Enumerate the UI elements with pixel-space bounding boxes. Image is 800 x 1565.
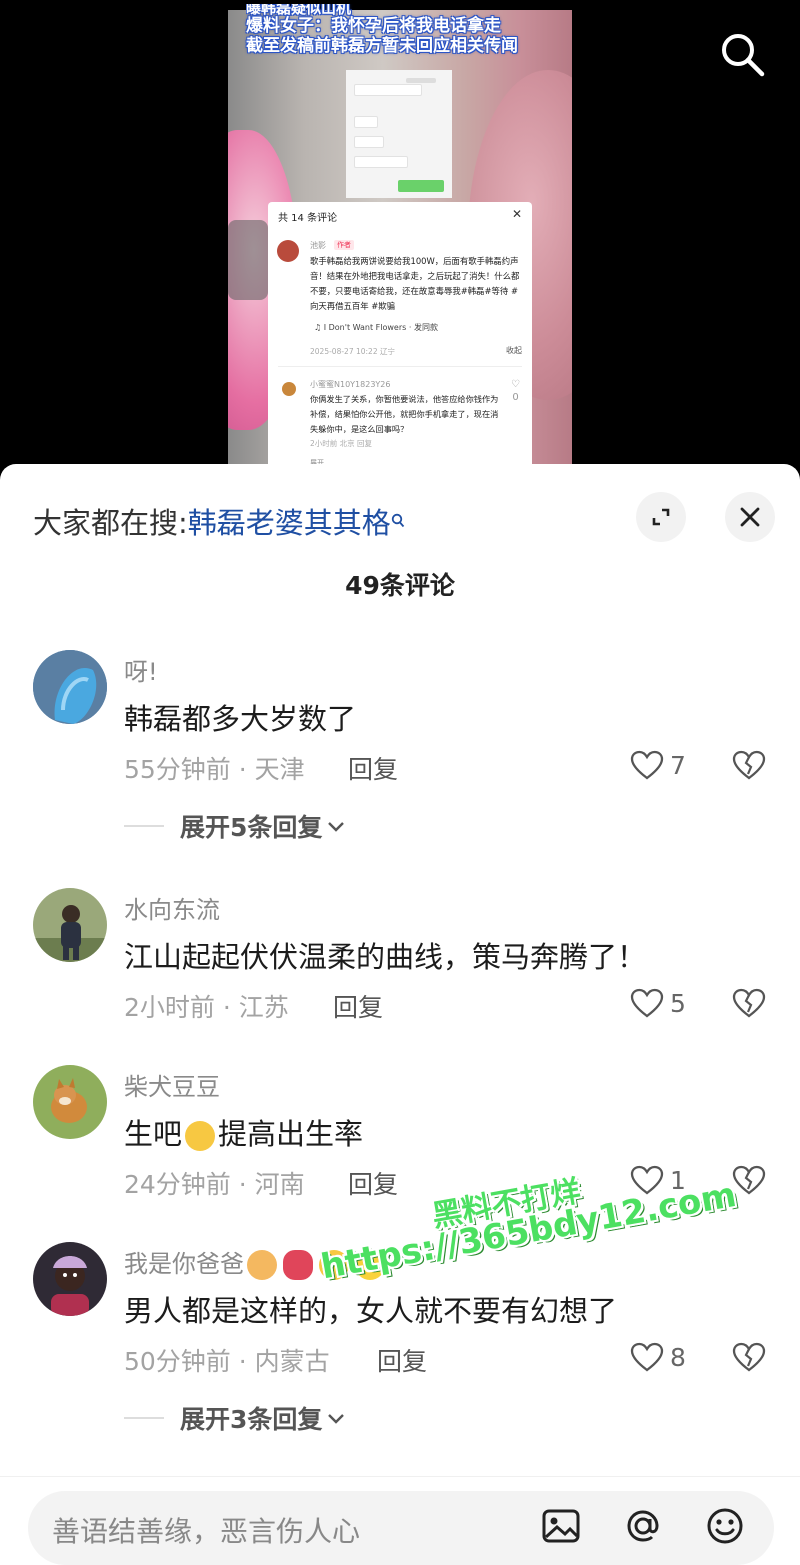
comment-text: 江山起起伏伏温柔的曲线，策马奔腾了！ [124, 940, 647, 974]
heart-icon [630, 988, 664, 1018]
comment-meta: 24分钟前 · 河南 [124, 1170, 305, 1199]
dislike-icon[interactable] [732, 750, 766, 784]
chevron-down-icon [328, 822, 345, 832]
embedded-like: ♡ 0 [511, 379, 520, 403]
search-icon[interactable] [718, 30, 766, 78]
like-count: 7 [670, 750, 686, 780]
avatar[interactable] [33, 650, 107, 724]
chat-screenshot [346, 70, 452, 198]
embedded-comment-panel: 共 14 条评论 ✕ 池影 作者 歌手韩磊给我两饼说要给我100W，后面有歌手韩… [268, 202, 532, 470]
embedded-comment-time: 2小时前 北京 回复 [310, 439, 373, 448]
embedded-comment-text: 你俩发生了关系，你暂他要说法，他答应给你钱作为补偿，结果怕你公开他，就把你手机拿… [310, 394, 499, 434]
thinking-emoji-icon [185, 1121, 216, 1151]
comment-input-placeholder: 善语结善缘，恶言伤人心 [52, 1515, 361, 1548]
comment-meta: 55分钟前 · 天津 [124, 755, 305, 784]
dislike-icon[interactable] [732, 1165, 766, 1199]
dislike-icon[interactable] [732, 988, 766, 1022]
comment-text: 韩磊都多大岁数了 [124, 702, 357, 736]
collapse-label: 收起 [506, 346, 522, 355]
avatar[interactable] [33, 1065, 107, 1139]
close-icon: ✕ [511, 207, 522, 221]
video-player[interactable]: 曝韩磊疑似山机 爆料女子：我怀孕后将我电话拿走 截至发稿前韩磊方暂未回应相关传闻… [0, 0, 800, 470]
expand-replies-label: 展开3条回复 [180, 1405, 323, 1434]
comment-text-part: 生吧 [124, 1117, 183, 1151]
avatar[interactable] [33, 888, 107, 962]
heart-icon [630, 1342, 664, 1372]
suggestion-keyword[interactable]: 韩磊老婆其其格 [188, 506, 391, 540]
heart-icon [630, 750, 664, 780]
like-count: 8 [670, 1342, 686, 1372]
commenter-name[interactable]: 柴犬豆豆 [124, 1067, 220, 1102]
comment-input[interactable]: 善语结善缘，恶言伤人心 [28, 1491, 774, 1565]
like-count: 5 [670, 988, 686, 1018]
comment-text: 男人都是这样的，女人就不要有幻想了 [124, 1294, 618, 1328]
comment-input-bar: 善语结善缘，恶言伤人心 [0, 1476, 800, 1565]
expand-replies[interactable]: 展开3条回复 [124, 1400, 346, 1436]
comment-meta: 2小时前 · 江苏 [124, 993, 289, 1022]
reply-button[interactable]: 回复 [333, 988, 383, 1024]
expand-replies-label: 展开5条回复 [180, 813, 323, 842]
search-suggestion[interactable]: 大家都在搜:韩磊老婆其其格 [33, 500, 405, 542]
expand-replies[interactable]: 展开5条回复 [124, 808, 346, 844]
like-button[interactable]: 8 [630, 1342, 686, 1372]
chevron-down-icon [328, 1414, 345, 1424]
image-icon[interactable] [540, 1505, 582, 1547]
commenter-name[interactable]: 呀! [124, 652, 158, 687]
video-blur-shape-gray [228, 220, 268, 300]
emoji-icon[interactable] [704, 1505, 746, 1547]
embedded-comment-text: 歌手韩磊给我两饼说要给我100W，后面有歌手韩磊约声音！结果在外地把我电话拿走，… [310, 256, 520, 311]
comment-count: 49条评论 [345, 571, 455, 600]
like-button[interactable]: 7 [630, 750, 686, 780]
embedded-comment-time: 2025-08-27 10:22 辽宁 [310, 347, 395, 356]
comment-meta: 50分钟前 · 内蒙古 [124, 1347, 330, 1376]
embedded-commenter-name: 小蜜蜜N10Y1823Y26 [310, 380, 391, 389]
reply-button[interactable]: 回复 [348, 1165, 398, 1201]
like-button[interactable]: 5 [630, 988, 686, 1018]
mention-icon[interactable] [622, 1505, 664, 1547]
close-icon[interactable] [725, 492, 775, 542]
author-badge: 作者 [334, 240, 354, 250]
man-emoji-icon [247, 1250, 277, 1280]
embedded-author-name: 池影 [310, 241, 326, 250]
suggestion-prefix: 大家都在搜: [33, 506, 188, 540]
comment-text: 生吧 提高出生率 [124, 1111, 363, 1153]
embedded-comment-count: 共 14 条评论 [278, 213, 338, 224]
commenter-name[interactable]: 水向东流 [124, 890, 220, 925]
comment-sheet: 大家都在搜:韩磊老婆其其格 49条评论 呀! 韩磊都多大岁数了 55分钟前 · … [0, 464, 800, 1565]
expand-icon[interactable] [636, 492, 686, 542]
avatar[interactable] [33, 1242, 107, 1316]
headline-line: 爆料女子：我怀孕后将我电话拿走 [246, 16, 501, 36]
dislike-icon[interactable] [732, 1342, 766, 1376]
music-label: ♫ I Don't Want Flowers · 发同款 [314, 323, 438, 332]
headline-line: 曝韩磊疑似山机 [246, 4, 352, 16]
avatar [277, 240, 299, 262]
comment-text-part: 提高出生率 [218, 1117, 364, 1151]
avatar [282, 382, 296, 396]
search-icon [391, 502, 405, 528]
headline-line: 截至发稿前韩磊方暂未回应相关传闻 [246, 36, 518, 56]
reply-button[interactable]: 回复 [377, 1342, 427, 1378]
lips-emoji-icon [283, 1250, 313, 1280]
reply-button[interactable]: 回复 [348, 750, 398, 786]
video-headline: 曝韩磊疑似山机 爆料女子：我怀孕后将我电话拿走 截至发稿前韩磊方暂未回应相关传闻 [246, 4, 576, 56]
